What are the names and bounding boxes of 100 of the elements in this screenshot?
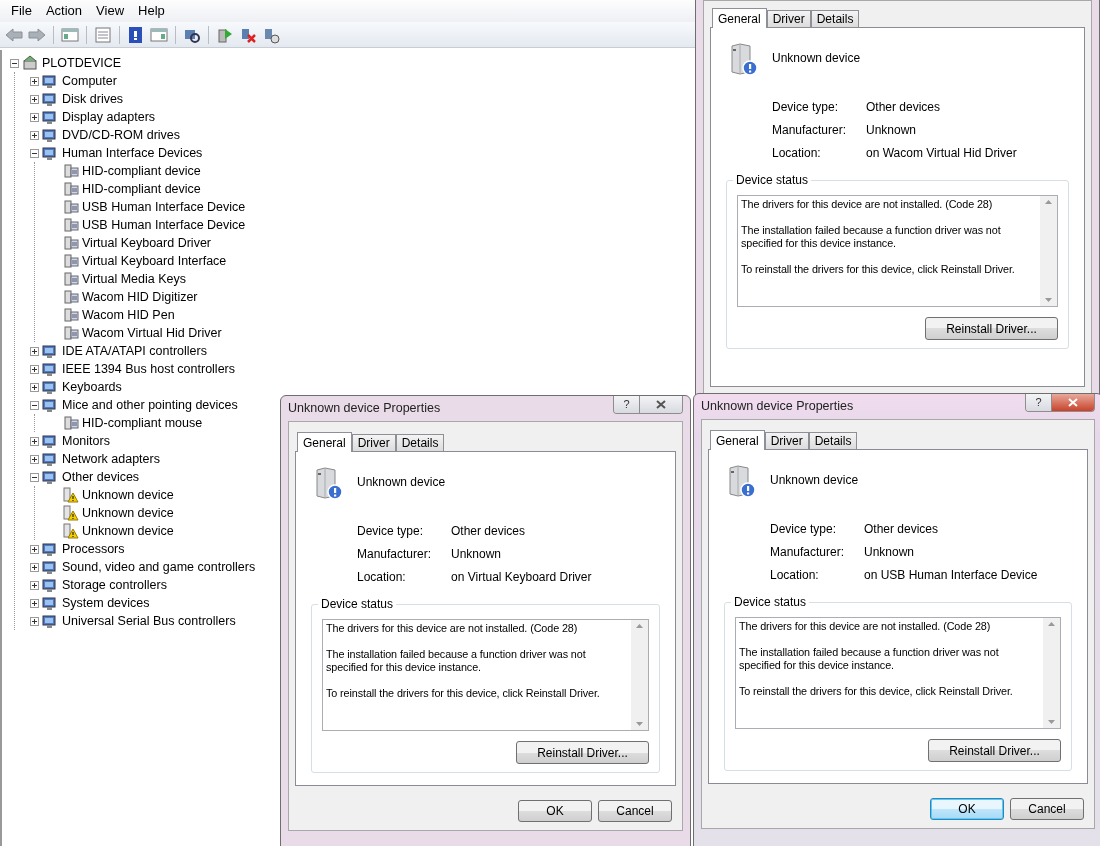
property-label: Location:: [772, 146, 822, 161]
tree-item[interactable]: Virtual Media Keys: [81, 269, 187, 289]
category-icon: [42, 109, 59, 125]
menu-item[interactable]: View: [89, 0, 132, 22]
category-icon: [42, 469, 59, 485]
tree-item[interactable]: Network adapters: [61, 449, 161, 469]
tree-item[interactable]: USB Human Interface Device: [81, 197, 247, 217]
tree-item[interactable]: Universal Serial Bus controllers: [61, 611, 237, 631]
tree-item[interactable]: Storage controllers: [61, 575, 168, 595]
dialog-title: Unknown device Properties: [288, 400, 441, 418]
collapse-icon[interactable]: [10, 58, 19, 68]
cancel-button[interactable]: Cancel: [598, 800, 672, 822]
tree-item[interactable]: Unknown device: [81, 485, 175, 505]
expand-icon[interactable]: [30, 130, 39, 140]
status-paragraph: To reinstall the drivers for this device, click Reinstall Driver.: [326, 687, 601, 700]
property-value: on USB Human Interface Device: [864, 568, 1039, 583]
property-value: on Virtual Keyboard Driver: [451, 570, 593, 585]
menu-item[interactable]: Action: [38, 0, 90, 22]
tree-item[interactable]: IDE ATA/ATAPI controllers: [61, 341, 208, 361]
property-label: Manufacturer:: [357, 547, 433, 562]
tab[interactable]: Details: [808, 432, 858, 449]
tree-item[interactable]: Virtual Keyboard Driver: [81, 233, 212, 253]
help-button[interactable]: ?: [1026, 394, 1052, 411]
tree-item[interactable]: Wacom Virtual Hid Driver: [81, 323, 223, 343]
property-value: Other devices: [451, 524, 527, 539]
tree-item[interactable]: Display adapters: [61, 107, 157, 127]
menu-item[interactable]: Help: [131, 0, 172, 22]
tree-item[interactable]: Monitors: [61, 431, 111, 451]
back-arrow-icon[interactable]: [4, 25, 24, 44]
category-icon: [42, 379, 59, 395]
expand-icon[interactable]: [30, 94, 39, 104]
tree-item[interactable]: Other devices: [61, 467, 141, 487]
reinstall-driver-button[interactable]: Reinstall Driver...: [516, 741, 649, 764]
property-label: Manufacturer:: [772, 123, 848, 138]
category-icon: [42, 595, 59, 611]
collapse-icon[interactable]: [30, 472, 39, 482]
expand-icon[interactable]: [30, 580, 39, 590]
ok-button[interactable]: OK: [518, 800, 592, 822]
property-value: Other devices: [864, 522, 940, 537]
tree-item[interactable]: DVD/CD-ROM drives: [61, 125, 182, 145]
tree-item[interactable]: HID-compliant mouse: [81, 413, 204, 433]
tree-item[interactable]: Wacom HID Pen: [81, 305, 176, 325]
tab[interactable]: Driver: [351, 434, 396, 451]
dialog-title: Unknown device Properties: [701, 398, 854, 416]
tree-item[interactable]: Unknown device: [81, 503, 175, 523]
tree-item[interactable]: Disk drives: [61, 89, 125, 109]
expand-icon[interactable]: [30, 598, 39, 608]
tree-item[interactable]: Keyboards: [61, 377, 123, 397]
property-label: Manufacturer:: [770, 545, 846, 560]
expand-icon[interactable]: [30, 76, 39, 86]
tree-item[interactable]: Unknown device: [81, 521, 175, 541]
expand-icon[interactable]: [30, 454, 39, 464]
tree-item[interactable]: Mice and other pointing devices: [61, 395, 239, 415]
cancel-button[interactable]: Cancel: [1010, 798, 1084, 820]
status-paragraph: To reinstall the drivers for this device, click Reinstall Driver.: [739, 685, 1014, 698]
close-icon: [656, 400, 666, 409]
property-label: Device type:: [770, 522, 838, 537]
collapse-icon[interactable]: [30, 400, 39, 410]
tab[interactable]: Details: [810, 10, 860, 27]
tree-item[interactable]: Wacom HID Digitizer: [81, 287, 199, 307]
device-name: Unknown device: [772, 50, 861, 67]
tree-item[interactable]: USB Human Interface Device: [81, 215, 247, 235]
property-label: Device type:: [772, 100, 840, 115]
close-button[interactable]: [1052, 394, 1094, 411]
tree-item[interactable]: IEEE 1394 Bus host controllers: [61, 359, 236, 379]
tree-item[interactable]: Computer: [61, 71, 118, 91]
expand-icon[interactable]: [30, 382, 39, 392]
tree-item[interactable]: HID-compliant device: [81, 179, 202, 199]
category-icon: [42, 145, 59, 161]
tab[interactable]: Driver: [764, 432, 809, 449]
tree-item[interactable]: PLOTDEVICE: [41, 53, 123, 73]
tab[interactable]: General: [712, 8, 767, 28]
tree-item[interactable]: HID-compliant device: [81, 161, 202, 181]
tab[interactable]: General: [710, 430, 765, 450]
tab[interactable]: Driver: [766, 10, 811, 27]
menu-item[interactable]: File: [4, 0, 39, 22]
tree-item[interactable]: Sound, video and game controllers: [61, 557, 257, 577]
expand-icon[interactable]: [30, 346, 39, 356]
category-icon: [42, 451, 59, 467]
expand-icon[interactable]: [30, 112, 39, 122]
category-icon: [42, 343, 59, 359]
tree-item[interactable]: Human Interface Devices: [61, 143, 204, 163]
expand-icon[interactable]: [30, 562, 39, 572]
help-button[interactable]: ?: [614, 396, 640, 413]
reinstall-driver-button[interactable]: Reinstall Driver...: [928, 739, 1061, 762]
expand-icon[interactable]: [30, 616, 39, 626]
tree-item[interactable]: System devices: [61, 593, 151, 613]
tree-item[interactable]: Processors: [61, 539, 126, 559]
expand-icon[interactable]: [30, 364, 39, 374]
expand-icon[interactable]: [30, 436, 39, 446]
tab[interactable]: General: [297, 432, 352, 452]
forward-arrow-icon[interactable]: [27, 25, 47, 44]
collapse-icon[interactable]: [30, 148, 39, 158]
ok-button[interactable]: OK: [930, 798, 1004, 820]
tab[interactable]: Details: [395, 434, 445, 451]
category-icon: [42, 541, 59, 557]
close-button[interactable]: [640, 396, 682, 413]
reinstall-driver-button[interactable]: Reinstall Driver...: [925, 317, 1058, 340]
expand-icon[interactable]: [30, 544, 39, 554]
tree-item[interactable]: Virtual Keyboard Interface: [81, 251, 228, 271]
